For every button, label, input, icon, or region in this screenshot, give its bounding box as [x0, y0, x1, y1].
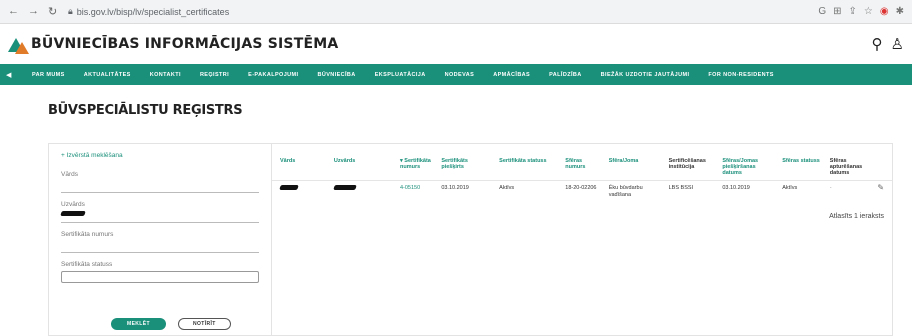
last-name-label: Uzvārds: [61, 201, 85, 208]
nav-item-aktualitates[interactable]: AKTUALITĀTES: [84, 72, 131, 78]
col-cert-number[interactable]: ▾ Sertifikāta numurs: [396, 158, 437, 181]
forward-icon[interactable]: →: [28, 5, 39, 18]
extension-icon[interactable]: ◉: [880, 6, 889, 17]
browser-nav: ← → ↻: [8, 5, 68, 18]
logo-icon[interactable]: [8, 34, 29, 54]
col-sphere-suspended: Sfēras apturēšanas datums: [829, 158, 863, 176]
browser-toolbar: ← → ↻ 🔒︎ bis.gov.lv/bisp/lv/specialist_c…: [0, 0, 912, 24]
edit-icon[interactable]: ✎: [877, 183, 884, 192]
browser-extensions: G ⊞ ⇪ ☆ ◉ ✱: [818, 6, 904, 17]
google-icon[interactable]: G: [818, 6, 826, 17]
back-icon[interactable]: ←: [8, 5, 19, 18]
col-sphere-status[interactable]: Sfēras statuss: [778, 158, 826, 181]
cell-sphere-granted: 03.10.2019: [718, 180, 779, 202]
nav-item-nodevas[interactable]: NODEVAS: [445, 72, 475, 78]
cert-number-label: Sertifikāta numurs: [61, 231, 114, 238]
col-actions: [873, 158, 892, 181]
cell-cert-issued: 03.10.2019: [437, 180, 496, 202]
first-name-label: Vārds: [61, 171, 78, 178]
main-nav: ◀ PAR MUMS AKTUALITĀTES KONTAKTI REĢISTR…: [0, 64, 912, 85]
cert-status-select[interactable]: [61, 271, 259, 283]
lock-icon: 🔒︎: [68, 6, 73, 16]
cell-cert-number[interactable]: 4-05150: [395, 180, 438, 202]
star-icon[interactable]: ☆: [864, 6, 873, 17]
nav-item-palidziba[interactable]: PALĪDZĪBA: [549, 72, 582, 78]
cell-sphere: Ēku būvdarbu vadīšana: [604, 180, 665, 202]
site-logo-text[interactable]: BŪVNIECĪBAS INFORMĀCIJAS SISTĒMA: [31, 36, 338, 52]
cert-number-field: Sertifikāta numurs: [61, 231, 259, 253]
nav-item-e-pakalpojumi[interactable]: E-PAKALPOJUMI: [248, 72, 298, 78]
results-table: Vārds Uzvārds ▾ Sertifikāta numurs Serti…: [272, 158, 892, 202]
url-text: bis.gov.lv/bisp/lv/specialist_certificat…: [76, 6, 230, 17]
puzzle-icon[interactable]: ✱: [896, 6, 904, 17]
col-sphere-granted[interactable]: Sfēras/Jomas piešķiršanas datums: [718, 158, 778, 181]
cert-status-field: Sertifikāta statuss: [61, 261, 259, 283]
address-bar[interactable]: 🔒︎ bis.gov.lv/bisp/lv/specialist_certifi…: [68, 6, 818, 17]
search-filters: + Izvērstā meklēšana Vārds Uzvārds Serti…: [49, 144, 272, 335]
nav-item-buvnieciba[interactable]: BŪVNIECĪBA: [317, 72, 355, 78]
table-row[interactable]: 4-05150 03.10.2019 Aktīvs 18-20-02206 Ēk…: [272, 180, 892, 202]
last-name-input[interactable]: [60, 211, 259, 223]
cell-cert-status: Aktīvs: [495, 180, 562, 202]
cell-last-name: [329, 180, 396, 202]
col-cert-issued[interactable]: Sertifikāts piešķirts: [437, 158, 495, 181]
user-icon[interactable]: ♙: [891, 35, 904, 53]
cell-cert-institution: LBS BSSI: [664, 180, 719, 202]
table-header-row: Vārds Uzvārds ▾ Sertifikāta numurs Serti…: [272, 158, 892, 181]
cert-status-label: Sertifikāta statuss: [61, 261, 113, 268]
cell-sphere-number: 18-20-02206: [561, 180, 605, 202]
first-name-field: Vārds: [61, 171, 259, 193]
share-icon[interactable]: ⇪: [849, 6, 857, 17]
nav-item-buj[interactable]: BIEŽĀK UZDOTIE JAUTĀJUMI: [601, 72, 690, 78]
registry-panel: + Izvērstā meklēšana Vārds Uzvārds Serti…: [48, 143, 893, 336]
cell-sphere-status: Aktīvs: [778, 180, 826, 202]
cell-first-name: [272, 180, 330, 202]
nav-item-apmacibas[interactable]: APMĀCĪBAS: [493, 72, 530, 78]
header-actions: ⚲ ♙: [872, 35, 904, 53]
first-name-input[interactable]: [61, 181, 259, 193]
cert-number-input[interactable]: [61, 241, 259, 253]
col-last-name[interactable]: Uzvārds: [330, 158, 396, 181]
nav-item-non-residents[interactable]: FOR NON-RESIDENTS: [708, 72, 773, 78]
nav-item-registri[interactable]: REĢISTRI: [200, 72, 229, 78]
nav-prev-icon[interactable]: ◀: [6, 71, 32, 79]
col-sphere-number[interactable]: Sfēras numurs: [561, 158, 604, 181]
last-name-field: Uzvārds: [60, 201, 259, 223]
nav-item-ekspluatacija[interactable]: EKSPLUATĀCIJA: [375, 72, 426, 78]
advanced-search-link[interactable]: + Izvērstā meklēšana: [61, 152, 259, 159]
nav-item-par-mums[interactable]: PAR MUMS: [32, 72, 65, 78]
search-icon[interactable]: ⚲: [872, 35, 883, 53]
translate-icon[interactable]: ⊞: [833, 6, 841, 17]
reload-icon[interactable]: ↻: [48, 5, 57, 18]
results-table-area: Vārds Uzvārds ▾ Sertifikāta numurs Serti…: [272, 144, 892, 335]
site-header: BŪVNIECĪBAS INFORMĀCIJAS SISTĒMA ⚲ ♙: [0, 24, 912, 64]
col-cert-status[interactable]: Sertifikāta statuss: [495, 158, 561, 181]
results-count: Atlasīts 1 ieraksts: [829, 213, 884, 220]
col-first-name[interactable]: Vārds: [272, 158, 330, 181]
clear-button[interactable]: NOTĪRĪT: [177, 318, 231, 330]
col-cert-institution: Sertificēšanas institūcija: [668, 158, 706, 170]
page-title: BŪVSPECIĀLISTU REĢISTRS: [48, 103, 243, 118]
search-button[interactable]: MEKLĒT: [111, 318, 166, 330]
col-sphere[interactable]: Sfēra/Joma: [605, 158, 665, 181]
filter-actions: MEKLĒT NOTĪRĪT: [111, 318, 231, 330]
cell-sphere-suspended: -: [825, 180, 874, 202]
cell-actions: ✎: [873, 180, 892, 202]
nav-item-kontakti[interactable]: KONTAKTI: [150, 72, 181, 78]
